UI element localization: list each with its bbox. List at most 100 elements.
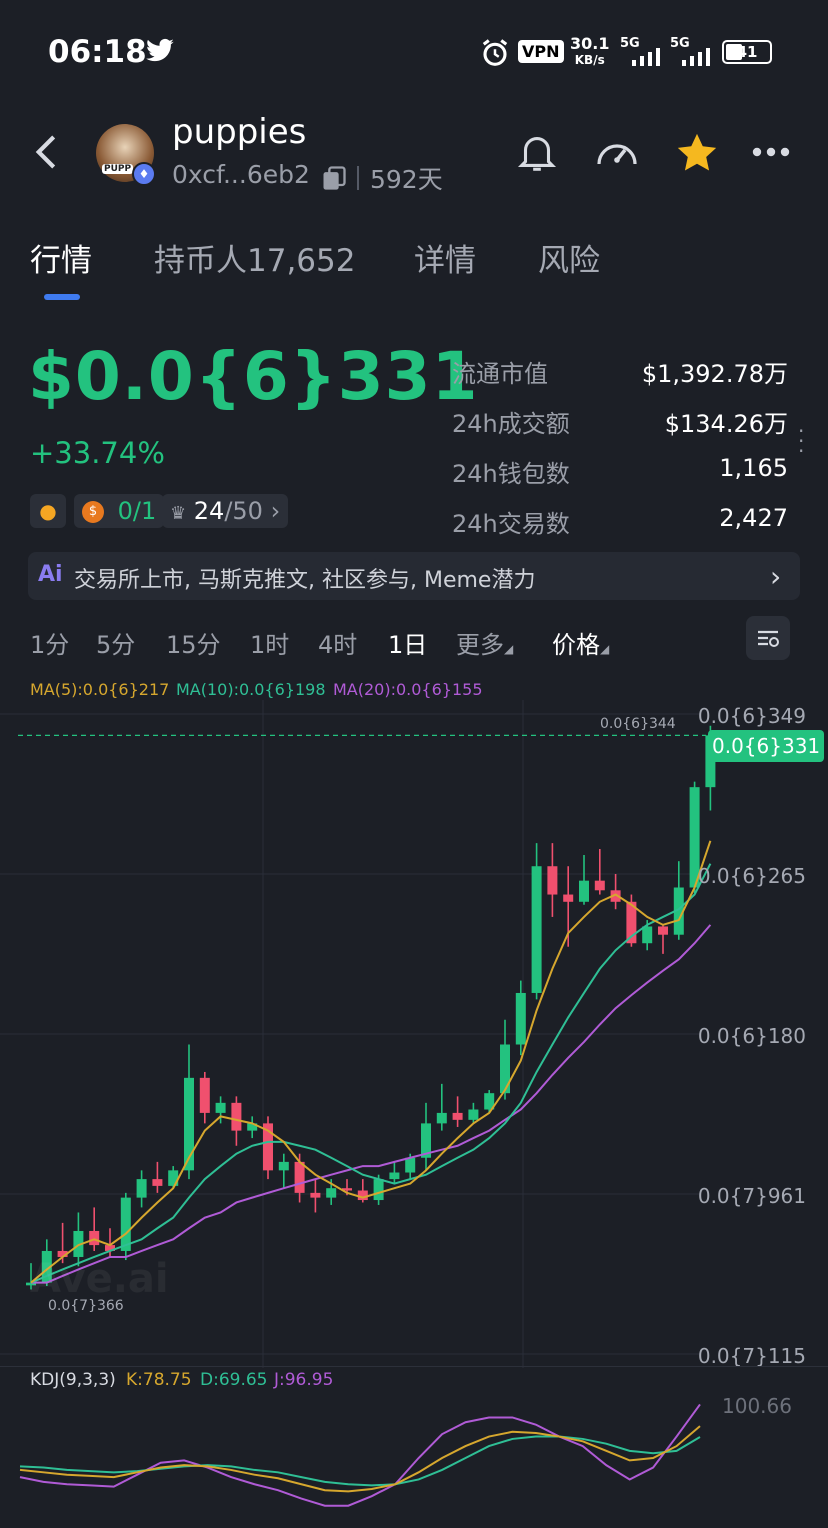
timeframe-4h[interactable]: 4时	[318, 625, 357, 660]
kdj-title: KDJ(9,3,3)	[30, 1370, 116, 1390]
kdj-j: J:96.95	[274, 1370, 334, 1390]
timeframe-15m[interactable]: 15分	[166, 625, 221, 660]
tab-market[interactable]: 行情	[30, 235, 92, 280]
more-icon[interactable]	[750, 136, 792, 172]
signal-icon: 5G	[620, 36, 660, 66]
price-axis-label: 0.0{6}349	[697, 704, 806, 728]
candle-body	[215, 1102, 226, 1113]
gauge-icon[interactable]	[592, 130, 642, 182]
kdj-divider	[0, 1366, 828, 1367]
kdj-chart[interactable]	[0, 1390, 828, 1528]
current-price: $0.0{6}331	[28, 338, 479, 415]
moneybag-chip[interactable]: $ 0/1	[74, 494, 165, 528]
rank-value: 24	[193, 497, 225, 525]
moneybag-icon: $	[82, 501, 104, 523]
candle-body	[278, 1161, 289, 1171]
signal-icon-2: 5G	[670, 36, 710, 66]
price-axis-label: 0.0{6}180	[697, 1024, 806, 1048]
divider	[357, 166, 359, 190]
timeframe-1h[interactable]: 1时	[250, 625, 289, 660]
stat-label-wallets: 24h钱包数	[452, 460, 570, 488]
net-speed: 30.1 KB/s	[570, 34, 610, 68]
back-button[interactable]	[30, 132, 64, 176]
timeframe-1m[interactable]: 1分	[30, 625, 69, 660]
stat-label-market-cap: 流通市值	[452, 360, 548, 388]
candle-body	[515, 992, 526, 1045]
kdj-k: K:78.75	[126, 1370, 192, 1390]
candle-body	[500, 1044, 510, 1094]
coins-icon[interactable]: ●	[30, 494, 66, 528]
ma5-line	[30, 840, 712, 1284]
tab-risk[interactable]: 风险	[538, 235, 600, 280]
stat-value-market-cap: $1,392.78万	[641, 360, 788, 388]
candle-body	[642, 926, 653, 944]
rank-chip[interactable]: ♛ 24/50 ›	[162, 494, 289, 528]
candle-body	[199, 1077, 210, 1113]
ma10-line	[30, 863, 712, 1284]
timeframe-1d[interactable]: 1日	[388, 625, 427, 660]
watermark-logo: Ave.ai	[30, 1256, 169, 1302]
ai-summary-text: 交易所上市, 马斯克推文, 社区参与, Meme潜力	[74, 568, 536, 593]
ai-badge: Ai	[38, 562, 63, 587]
bell-icon[interactable]	[514, 128, 560, 180]
vpn-badge: VPN	[518, 40, 564, 63]
candle-body	[531, 866, 542, 993]
candle-body	[579, 880, 589, 902]
token-name: puppies	[172, 112, 307, 152]
chart-settings-button[interactable]	[746, 616, 790, 660]
chevron-right-icon: ›	[270, 497, 281, 525]
status-time: 06:18	[48, 34, 147, 70]
stats-more-icon[interactable]: · · ·	[798, 421, 804, 461]
ma20-line	[31, 924, 712, 1284]
token-address: 0xcf...6eb2	[172, 160, 310, 189]
ma10-legend: MA(10):0.0{6}198	[176, 680, 326, 699]
crown-icon: ♛	[170, 503, 187, 524]
candle-body	[594, 880, 605, 891]
token-avatar: PUPP ♦	[96, 124, 156, 186]
candle-body	[436, 1112, 447, 1124]
token-age: 592天	[370, 165, 443, 194]
battery-icon: 41	[722, 40, 772, 64]
copy-icon[interactable]	[320, 164, 348, 196]
stat-value-wallets: 1,165	[719, 454, 788, 482]
stat-label-trades: 24h交易数	[452, 510, 570, 538]
tab-details[interactable]: 详情	[414, 235, 476, 280]
kdj-d: D:69.65	[200, 1370, 268, 1390]
dropdown-icon: ◢	[504, 642, 514, 656]
price-mode-dropdown[interactable]: 价格◢	[552, 625, 609, 660]
star-icon[interactable]	[674, 130, 720, 180]
candle-body	[89, 1230, 100, 1246]
candle-body	[452, 1112, 463, 1120]
candle-body	[658, 926, 668, 935]
price-axis-label: 0.0{6}265	[697, 864, 806, 888]
current-price-tag: 0.0{6}331	[708, 730, 825, 762]
tab-holders[interactable]: 持币人17,652	[154, 235, 355, 280]
candle-body	[389, 1172, 400, 1180]
timeframe-more[interactable]: 更多◢	[456, 625, 513, 660]
candle-body	[373, 1179, 384, 1201]
candle-body	[326, 1188, 337, 1198]
candle-body	[152, 1179, 163, 1186]
kdj-d-line	[19, 1435, 701, 1487]
candle-body	[310, 1192, 321, 1198]
tab-indicator	[44, 294, 80, 300]
price-change: +33.74%	[30, 436, 165, 470]
high-marker: 0.0{6}344	[600, 716, 676, 732]
candle-body	[231, 1102, 242, 1131]
price-axis-label: 0.0{7}961	[697, 1184, 806, 1208]
stat-value-volume: $134.26万	[664, 410, 788, 438]
chevron-right-icon[interactable]: ›	[770, 560, 781, 593]
price-axis-label: 0.0{7}115	[697, 1344, 806, 1368]
stat-label-volume: 24h成交额	[452, 410, 570, 438]
candle-body	[294, 1161, 305, 1193]
rank-total: /50	[224, 497, 263, 525]
timeframe-5m[interactable]: 5分	[96, 625, 135, 660]
ma5-legend: MA(5):0.0{6}217	[30, 680, 170, 699]
candle-body	[563, 894, 574, 902]
candle-body	[405, 1157, 416, 1173]
chip-ratio: 0/1	[117, 497, 157, 525]
candle-body	[468, 1109, 479, 1120]
dropdown-icon: ◢	[600, 642, 610, 656]
ethereum-icon: ♦	[132, 162, 156, 186]
twitter-icon	[145, 38, 175, 68]
